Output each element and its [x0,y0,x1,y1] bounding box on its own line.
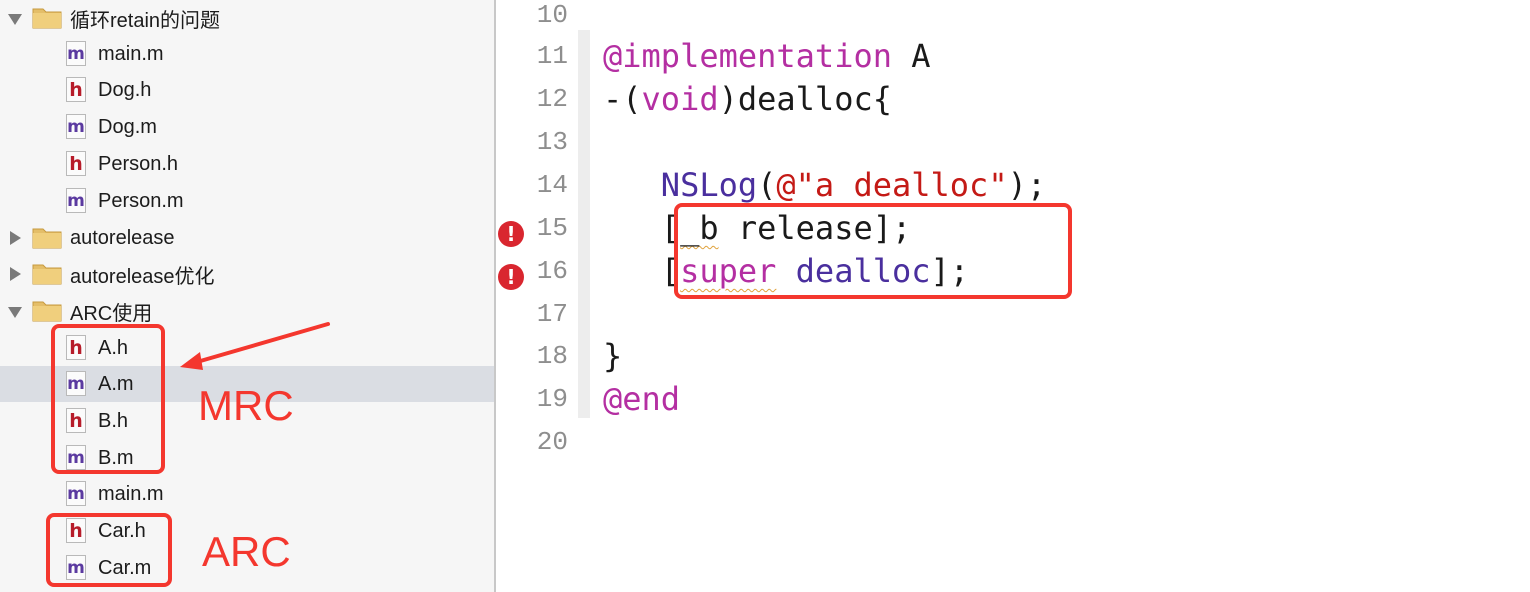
annotation-arrow-icon [180,322,330,370]
code-line[interactable]: 11 @implementation A [496,37,1530,84]
project-navigator: 循环retain的问题 m main.m h Dog.h m Dog.m h P… [0,0,496,592]
group-row-autorelease[interactable]: autorelease [0,220,494,256]
file-row[interactable]: h Dog.h [0,72,494,108]
folder-icon [32,301,62,322]
group-label: 循环retain的问题 [70,9,221,32]
file-row[interactable]: m main.m [0,36,494,72]
group-label: ARC使用 [70,302,153,325]
code-token: -( [603,80,642,118]
code-text: } [603,337,623,375]
file-label: Person.m [98,189,184,212]
line-number: 20 [536,427,568,457]
line-number: 13 [536,127,568,157]
code-editor[interactable]: 10 11 @implementation A 12 -(void)deallo… [496,0,1530,592]
line-number: 15 [536,213,568,243]
code-line[interactable]: 19 @end [496,380,1530,427]
file-label: Person.h [98,152,179,175]
arc-highlight-box [46,513,172,587]
code-text: NSLog(@"a dealloc"); [603,166,1046,204]
code-token: )dealloc{ [718,80,892,118]
folder-icon [32,228,62,249]
file-row[interactable]: h Person.h [0,146,494,182]
keyword-token: void [641,80,719,118]
code-line[interactable]: 12 -(void)dealloc{ [496,80,1530,127]
function-token: NSLog [660,166,758,204]
code-line[interactable]: 17 [496,299,1530,342]
objc-m-file-icon: m [66,481,86,506]
folder-icon [32,8,62,29]
objc-m-file-icon: m [66,41,86,66]
file-label: Dog.m [98,115,157,138]
group-row-retain-cycle[interactable]: 循环retain的问题 [0,0,494,36]
disclosure-open-icon[interactable] [8,307,22,318]
code-line[interactable]: 13 [496,127,1530,170]
code-token: ( [757,166,777,204]
disclosure-open-icon[interactable] [8,14,22,25]
header-h-file-icon: h [66,151,86,176]
disclosure-closed-icon[interactable] [10,231,21,245]
mrc-annotation-label: MRC [198,382,294,429]
mrc-highlight-box [51,324,165,474]
line-number: 19 [536,384,568,414]
header-h-file-icon: h [66,77,86,102]
line-number: 14 [536,170,568,200]
arc-annotation-label: ARC [202,528,291,575]
line-number: 10 [536,0,568,30]
line-number: 11 [536,41,568,71]
file-label: main.m [98,482,164,505]
error-lines-highlight-box [674,203,1072,299]
keyword-token: @implementation [603,37,892,75]
code-line[interactable]: 20 [496,427,1530,470]
line-number: 18 [536,341,568,371]
file-row[interactable]: m Person.m [0,183,494,219]
file-row[interactable]: m Dog.m [0,109,494,145]
line-number: 17 [536,299,568,329]
line-number: 16 [536,256,568,286]
code-token: ); [1007,166,1047,204]
disclosure-closed-icon[interactable] [10,267,21,281]
code-text: -(void)dealloc{ [603,80,892,118]
group-label: autorelease优化 [70,265,215,288]
file-label: Dog.h [98,78,152,101]
file-label: main.m [98,42,164,65]
objc-m-file-icon: m [66,114,86,139]
objc-m-file-icon: m [66,188,86,213]
folder-icon [32,264,62,285]
code-line[interactable]: 18 } [496,337,1530,384]
string-token: @"a dealloc" [776,166,1008,204]
code-text: @implementation A [603,37,931,75]
code-text: @end [603,380,680,418]
group-row-autorelease-optimize[interactable]: autorelease优化 [0,256,494,292]
class-name-token: A [891,37,931,75]
group-label: autorelease [70,226,175,249]
keyword-token: @end [603,380,681,418]
line-number: 12 [536,84,568,114]
file-row[interactable]: m main.m [0,476,494,512]
